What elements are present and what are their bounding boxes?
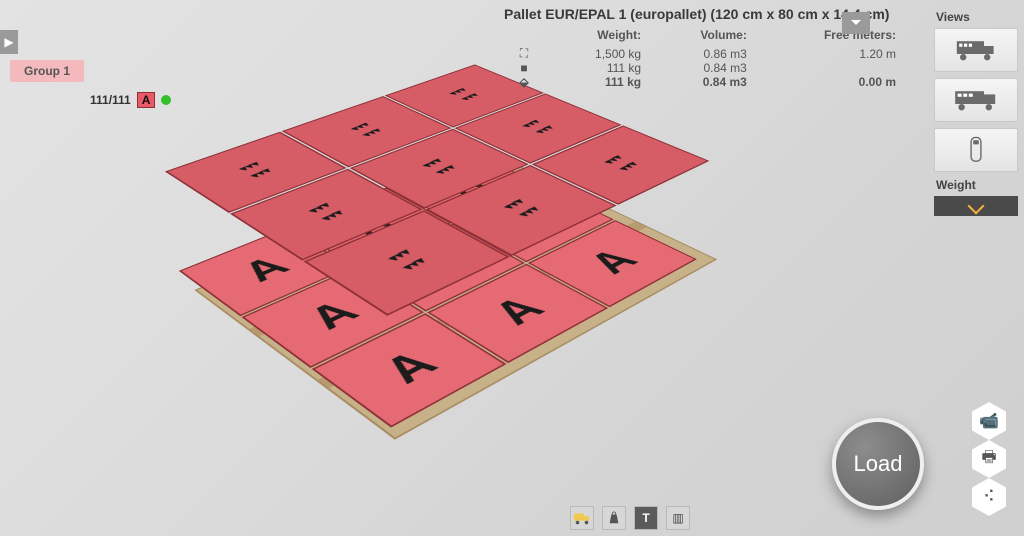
pallet-icon: ⛶ xyxy=(520,46,528,60)
cell-volume: 0.86 m3 xyxy=(649,46,755,61)
view-truck-side-button[interactable] xyxy=(934,28,1018,72)
tool-label-button[interactable]: T xyxy=(634,506,658,530)
camera-icon: 📹 xyxy=(979,411,999,431)
viewport-3d[interactable]: A A A A A A A A A ▾▾▾▾▾▾ ▾▾▾▾▾▾ ▾▾▾▾▾▾ ▾… xyxy=(0,0,1024,536)
view-truck-rear-button[interactable] xyxy=(934,78,1018,122)
weight-indicator[interactable] xyxy=(934,196,1018,216)
group-box-badge[interactable]: A xyxy=(137,92,156,108)
printer-icon: 🖶 xyxy=(981,446,996,473)
cell-weight: 111 kg xyxy=(544,75,649,89)
view-top-button[interactable] xyxy=(934,128,1018,172)
camera-button[interactable]: 📹 xyxy=(972,402,1006,440)
cell-free: 1.20 m xyxy=(755,46,904,61)
pallet-stats-table: Weight: Volume: Free meters: ⛶ 1,500 kg … xyxy=(504,28,904,89)
status-ok-icon xyxy=(161,95,171,105)
expand-panel-button[interactable]: ▶ xyxy=(0,30,18,54)
cartload-icon: ⬙ xyxy=(519,75,528,89)
group-count: 111/111 xyxy=(90,93,131,107)
group-summary-row: 111/111 A xyxy=(90,92,171,108)
cell-free: 0.00 m xyxy=(755,75,904,89)
cell-volume: 0.84 m3 xyxy=(649,61,755,75)
load-button[interactable]: Load xyxy=(832,418,924,510)
share-button[interactable]: ⠪ xyxy=(972,478,1006,516)
cell-weight: 1,500 kg xyxy=(544,46,649,61)
pallet-select-dropdown[interactable] xyxy=(842,12,870,34)
box-icon: ■ xyxy=(520,61,527,75)
stats-row-total: ⬙ 111 kg 0.84 m3 0.00 m xyxy=(504,75,904,89)
cell-volume: 0.84 m3 xyxy=(649,75,755,89)
stats-row: ■ 111 kg 0.84 m3 xyxy=(504,61,904,75)
print-button[interactable]: 🖶 xyxy=(972,440,1006,478)
pallet-info-panel: Pallet EUR/EPAL 1 (europallet) (120 cm x… xyxy=(504,6,904,89)
bottom-toolbar: T ▥ xyxy=(570,506,690,530)
tool-grid-button[interactable]: ▥ xyxy=(666,506,690,530)
col-free: Free meters: xyxy=(755,28,904,46)
tool-weight-button[interactable] xyxy=(602,506,626,530)
right-panel: Views Weight xyxy=(934,6,1018,216)
col-weight: Weight: xyxy=(544,28,649,46)
tool-truck-button[interactable] xyxy=(570,506,594,530)
weight-heading: Weight xyxy=(936,178,1016,192)
pallet-scene[interactable]: A A A A A A A A A ▾▾▾▾▾▾ ▾▾▾▾▾▾ ▾▾▾▾▾▾ ▾… xyxy=(200,60,700,500)
stats-row: ⛶ 1,500 kg 0.86 m3 1.20 m xyxy=(504,46,904,61)
group-tag[interactable]: Group 1 xyxy=(10,60,84,82)
views-heading: Views xyxy=(936,10,1016,24)
cell-free xyxy=(755,61,904,75)
share-icon: ⠪ xyxy=(983,487,995,507)
cell-weight: 111 kg xyxy=(544,61,649,75)
col-volume: Volume: xyxy=(649,28,755,46)
